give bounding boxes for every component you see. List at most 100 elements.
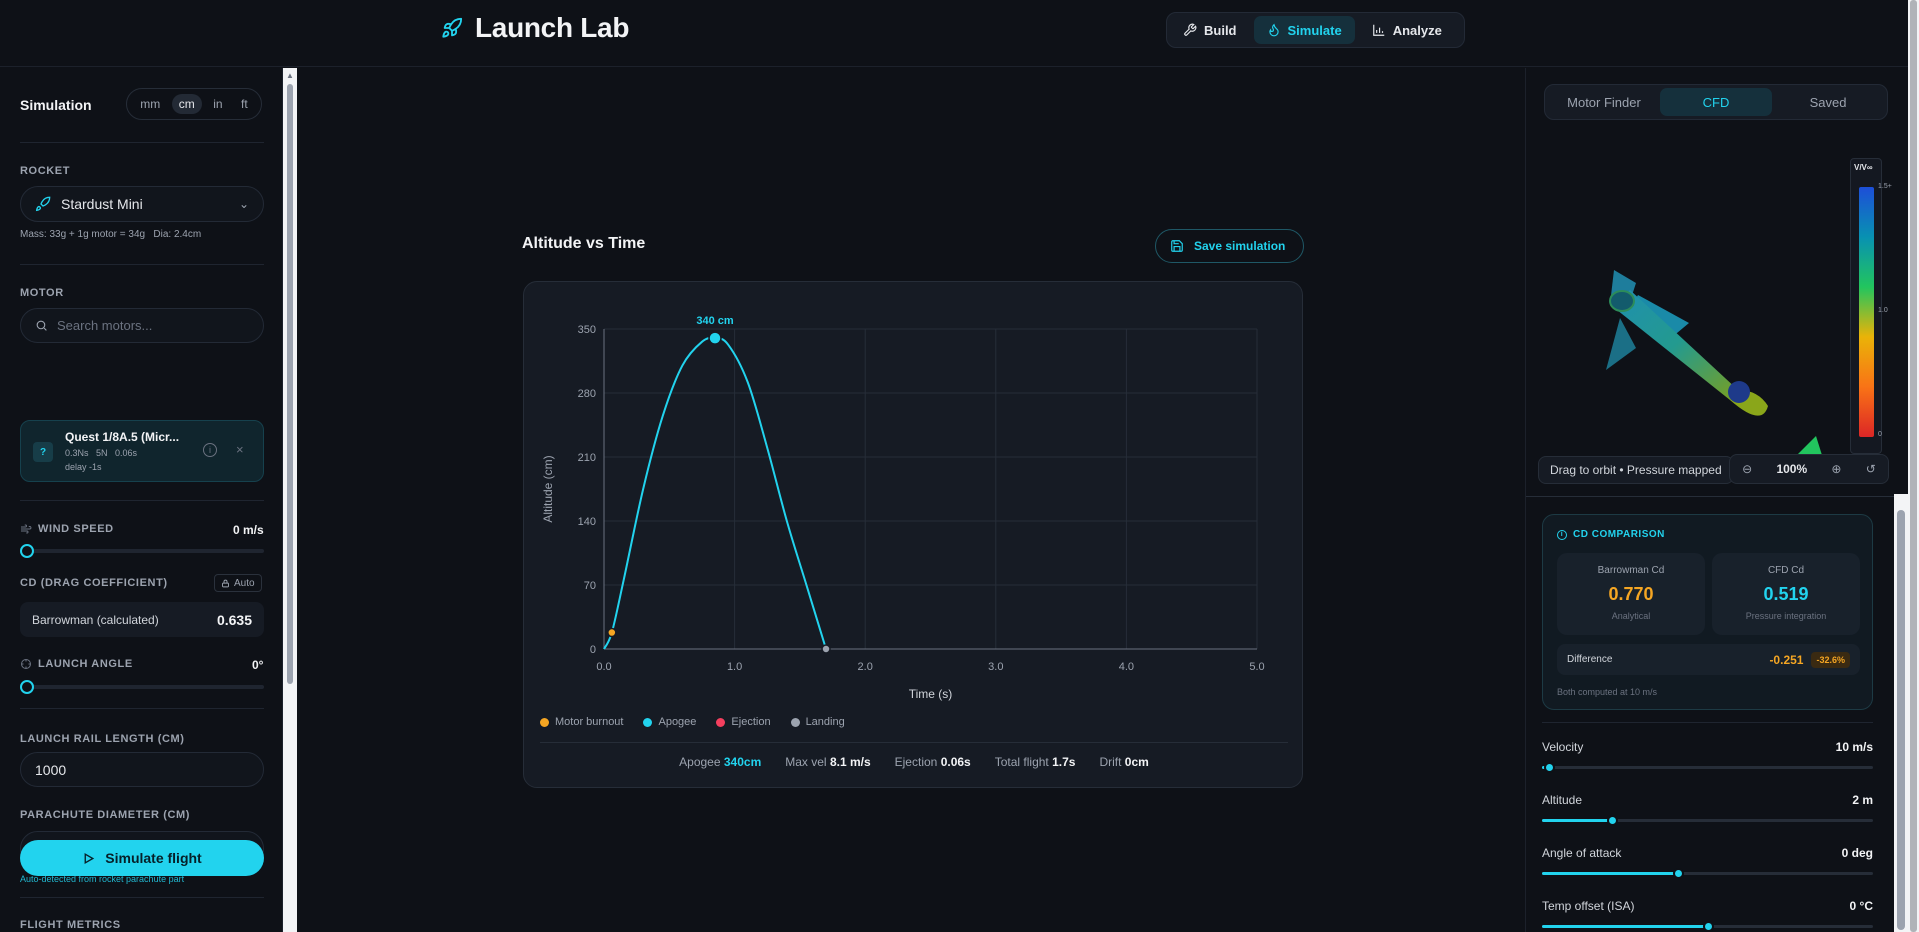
chart-legend: Motor burnout Apogee Ejection Landing bbox=[540, 716, 845, 728]
colorbar-mid: 1.0 bbox=[1878, 307, 1888, 314]
selected-motor-card[interactable]: ? Quest 1/8A.5 (Micr... 0.3Ns 5N 0.06s d… bbox=[20, 420, 264, 482]
difference-value: -0.251 bbox=[1769, 652, 1804, 667]
divider bbox=[540, 742, 1288, 743]
legend-label: Landing bbox=[805, 716, 845, 728]
colorbar-max: 1.5+ bbox=[1878, 183, 1892, 190]
stat-value: 0cm bbox=[1124, 755, 1149, 769]
legend-motor-burnout: Motor burnout bbox=[540, 716, 623, 728]
cfd-slider-track[interactable] bbox=[1542, 921, 1873, 932]
tab-simulate[interactable]: Simulate bbox=[1253, 16, 1355, 44]
cfd-slider-label: Temp offset (ISA) bbox=[1542, 899, 1635, 913]
window-scrollbar-thumb[interactable] bbox=[1910, 0, 1917, 932]
divider bbox=[20, 708, 264, 709]
mode-nav: Build Simulate Analyze bbox=[1166, 12, 1465, 48]
tab-simulate-label: Simulate bbox=[1287, 22, 1342, 38]
cfd-slider-track[interactable] bbox=[1542, 868, 1873, 879]
tab-motor-finder[interactable]: Motor Finder bbox=[1548, 88, 1660, 116]
scroll-up-icon[interactable]: ▲ bbox=[286, 71, 294, 80]
barrowman-cd-box: Barrowman Cd 0.770 Analytical bbox=[1557, 553, 1705, 635]
x-axis-label: Time (s) bbox=[909, 687, 953, 701]
cfd-slider-value: 2 m bbox=[1852, 793, 1873, 807]
wind-speed-header: WIND SPEED bbox=[20, 523, 114, 535]
zoom-level: 100% bbox=[1776, 462, 1808, 476]
altitude-chart-card: 0.0 1.0 2.0 3.0 4.0 5.0 0 70 140 210 280 350 Time (s… bbox=[523, 281, 1303, 788]
motor-search-placeholder: Search motors... bbox=[57, 318, 153, 333]
cfd-slider-thumb[interactable] bbox=[1606, 815, 1618, 826]
wind-speed-slider-thumb[interactable] bbox=[20, 544, 34, 558]
cfd-cd-value: 0.519 bbox=[1763, 584, 1809, 604]
legend-dot bbox=[643, 717, 653, 727]
cfd-3d-viewer[interactable] bbox=[1526, 128, 1896, 498]
tab-cfd[interactable]: CFD bbox=[1660, 88, 1772, 116]
wind-icon bbox=[21, 524, 32, 534]
stat-apogee: Apogee 340cm bbox=[679, 755, 761, 769]
tab-build[interactable]: Build bbox=[1170, 16, 1250, 44]
cd-comparison-header: i CD COMPARISON bbox=[1557, 529, 1665, 540]
x-tick-label: 2.0 bbox=[858, 661, 873, 673]
stat-value: 1.7s bbox=[1052, 755, 1076, 769]
cfd-slider-track[interactable] bbox=[1542, 762, 1873, 773]
legend-apogee: Apogee bbox=[643, 716, 696, 728]
cfd-cd-title: CFD Cd bbox=[1767, 565, 1805, 576]
wind-speed-slider[interactable] bbox=[20, 544, 264, 558]
tab-analyze[interactable]: Analyze bbox=[1359, 16, 1455, 44]
unit-cm[interactable]: cm bbox=[171, 94, 202, 114]
divider bbox=[20, 897, 264, 898]
altitude-chart[interactable]: 0.0 1.0 2.0 3.0 4.0 5.0 0 70 140 210 280 350 Time (s… bbox=[524, 282, 1304, 702]
simulate-flight-button[interactable]: Simulate flight bbox=[20, 840, 264, 876]
app-title: Launch Lab bbox=[475, 12, 630, 43]
cfd-slider-thumb[interactable] bbox=[1672, 868, 1684, 879]
x-tick-label: 0.0 bbox=[596, 661, 611, 673]
cd-auto-toggle[interactable]: Auto bbox=[214, 574, 262, 592]
rail-length-input[interactable]: 1000 bbox=[20, 752, 264, 787]
zoom-out-icon[interactable]: ⊖ bbox=[1742, 462, 1752, 476]
rocket-select[interactable]: Stardust Mini ⌄ bbox=[20, 186, 264, 222]
info-icon[interactable]: i bbox=[203, 443, 217, 457]
flight-metrics-label: FLIGHT METRICS bbox=[20, 919, 121, 931]
stat-drift: Drift 0cm bbox=[1099, 755, 1148, 769]
cfd-slider-row: Velocity 10 m/s bbox=[1542, 740, 1873, 754]
y-tick-label: 70 bbox=[584, 580, 596, 592]
sidebar-scrollbar-thumb[interactable] bbox=[287, 84, 293, 684]
save-icon bbox=[1171, 240, 1183, 252]
save-simulation-button[interactable]: Save simulation bbox=[1155, 229, 1304, 263]
cfd-slider-value: 10 m/s bbox=[1835, 740, 1873, 754]
cfd-slider-track[interactable] bbox=[1542, 815, 1873, 826]
legend-dot bbox=[716, 717, 726, 727]
marker-landing bbox=[821, 644, 831, 654]
barrowman-cd-sub: Analytical bbox=[1611, 611, 1651, 621]
colorbar-title: V/V∞ bbox=[1854, 163, 1873, 172]
tab-saved[interactable]: Saved bbox=[1772, 88, 1884, 116]
motor-name: Quest 1/8A.5 (Micr... bbox=[65, 430, 180, 444]
launch-angle-slider[interactable] bbox=[20, 680, 264, 694]
unit-in[interactable]: in bbox=[206, 94, 229, 114]
right-panel-scrollbar-thumb[interactable] bbox=[1897, 510, 1905, 930]
lock-icon bbox=[222, 579, 229, 587]
zoom-in-icon[interactable]: ⊕ bbox=[1831, 462, 1841, 476]
legend-dot bbox=[790, 717, 800, 727]
close-icon[interactable]: × bbox=[236, 442, 244, 457]
rail-length-value: 1000 bbox=[35, 761, 67, 778]
motor-search-input[interactable]: Search motors... bbox=[20, 308, 264, 343]
reset-view-icon[interactable]: ↺ bbox=[1866, 462, 1876, 476]
cfd-slider-thumb[interactable] bbox=[1702, 921, 1714, 932]
unit-mm[interactable]: mm bbox=[133, 94, 167, 114]
y-tick-label: 140 bbox=[578, 516, 596, 528]
y-axis-label: Altitude (cm) bbox=[541, 455, 555, 522]
cd-source-row: Barrowman (calculated) 0.635 bbox=[20, 602, 264, 637]
stat-label: Max vel bbox=[785, 755, 827, 769]
divider bbox=[20, 500, 264, 501]
cd-comparison-card: i CD COMPARISON Barrowman Cd 0.770 Analy… bbox=[1542, 514, 1873, 710]
launch-angle-slider-thumb[interactable] bbox=[20, 680, 34, 694]
play-icon bbox=[84, 852, 95, 864]
motor-specs: 0.3Ns 5N 0.06s bbox=[65, 448, 138, 458]
difference-percent-badge: -32.6% bbox=[1811, 651, 1850, 668]
brand: Launch Lab bbox=[441, 12, 629, 44]
cd-value: 0.635 bbox=[216, 611, 252, 628]
chart-title: Altitude vs Time bbox=[522, 235, 646, 252]
stat-label: Apogee bbox=[679, 755, 721, 769]
cfd-slider-thumb[interactable] bbox=[1543, 762, 1555, 773]
stat-max-velocity: Max vel 8.1 m/s bbox=[785, 755, 870, 769]
unit-ft[interactable]: ft bbox=[234, 94, 255, 114]
x-tick-label: 5.0 bbox=[1249, 661, 1264, 673]
